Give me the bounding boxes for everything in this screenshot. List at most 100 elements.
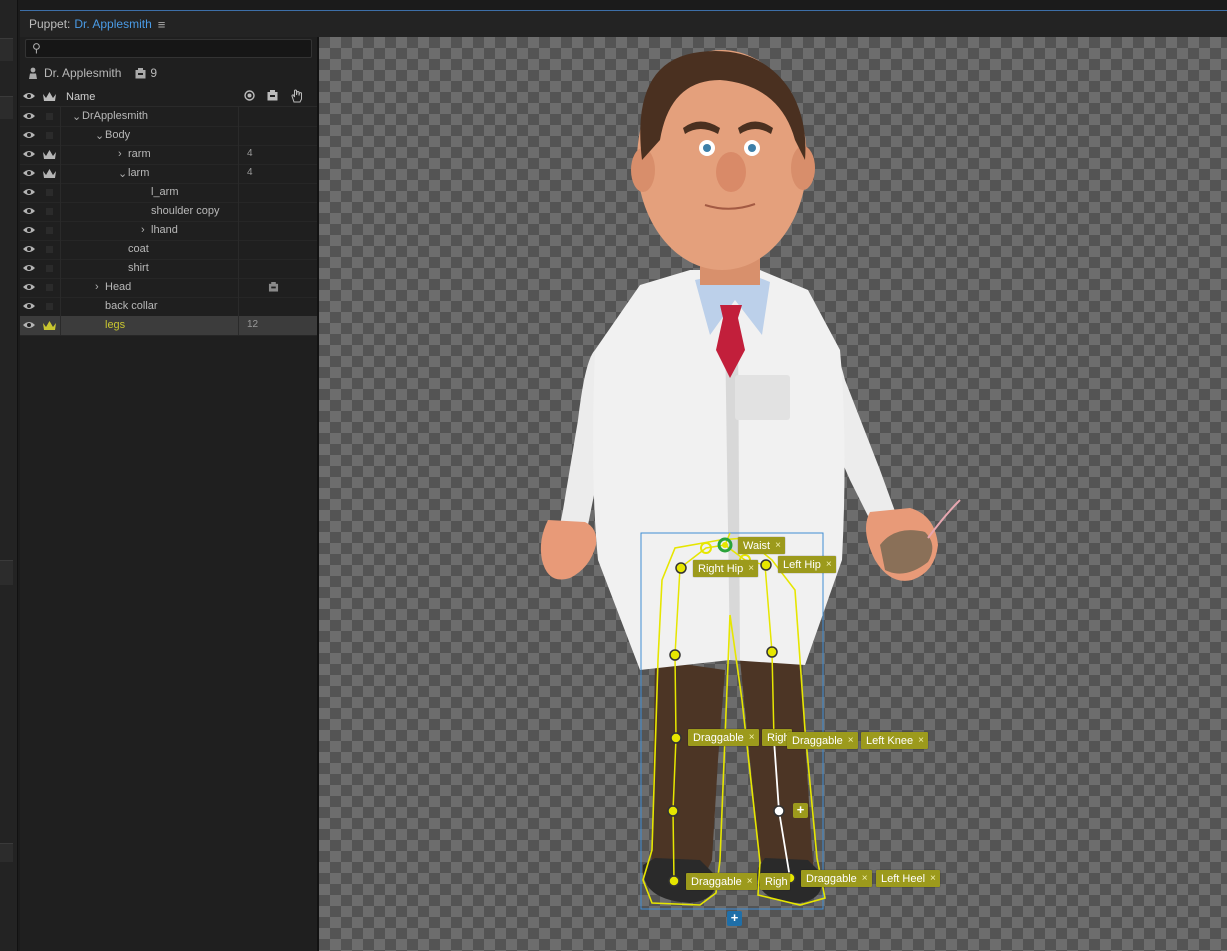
column-divider <box>238 278 239 297</box>
layer-row[interactable]: legs 12 <box>20 316 317 336</box>
layer-row[interactable]: coat <box>20 240 317 260</box>
independent-toggle[interactable] <box>46 113 53 120</box>
chevron-down-icon[interactable]: ⌄ <box>118 167 127 180</box>
handle-right-hip[interactable] <box>675 562 687 574</box>
close-icon[interactable]: × <box>747 876 753 887</box>
independent-toggle[interactable] <box>46 132 53 139</box>
crown-icon[interactable] <box>43 320 56 331</box>
visibility-eye-icon[interactable] <box>23 130 35 140</box>
visibility-eye-icon[interactable] <box>23 225 35 235</box>
close-icon[interactable]: × <box>826 559 832 570</box>
add-handle-button[interactable]: + <box>793 803 808 818</box>
tag-left-knee[interactable]: Left Knee × <box>861 732 928 749</box>
column-divider <box>60 164 61 183</box>
visibility-eye-icon[interactable] <box>23 206 35 216</box>
dock-tab[interactable] <box>0 843 13 862</box>
tag-draggable-left-knee[interactable]: Draggable × <box>787 732 858 749</box>
independent-toggle[interactable] <box>46 208 53 215</box>
handle-right-thigh[interactable] <box>669 649 681 661</box>
handle-right-heel[interactable] <box>668 875 680 887</box>
puppet-name-link[interactable]: Dr. Applesmith <box>74 17 151 31</box>
layer-row[interactable]: l_arm <box>20 183 317 203</box>
column-divider <box>238 107 239 126</box>
scene-canvas[interactable]: Waist × Right Hip × Left Hip × Draggable × R… <box>319 37 1227 951</box>
tag-left-hip[interactable]: Left Hip × <box>778 556 836 573</box>
independent-toggle[interactable] <box>46 227 53 234</box>
tag-draggable-right-heel[interactable]: Draggable × <box>686 873 757 890</box>
visibility-eye-icon[interactable] <box>23 187 35 197</box>
layer-row[interactable]: › lhand <box>20 221 317 241</box>
handle-right-knee[interactable] <box>670 732 682 744</box>
layer-row[interactable]: shirt <box>20 259 317 279</box>
dock-tab[interactable] <box>0 560 13 585</box>
dock-tab[interactable] <box>0 96 13 119</box>
independent-toggle[interactable] <box>46 265 53 272</box>
visibility-eye-icon[interactable] <box>23 301 35 311</box>
add-bounds-handle-button[interactable]: + <box>727 911 742 926</box>
layer-row[interactable]: ⌄ larm 4 <box>20 164 317 184</box>
crown-icon[interactable] <box>43 91 56 102</box>
chevron-right-icon[interactable]: › <box>118 148 122 160</box>
tag-partial-right-heel[interactable]: Righ <box>760 873 790 890</box>
rig-overlay <box>640 532 826 910</box>
visibility-eye-icon[interactable] <box>23 111 35 121</box>
record-icon[interactable] <box>244 90 255 101</box>
handle-waist-core[interactable] <box>722 542 728 548</box>
tag-draggable-left-heel[interactable]: Draggable × <box>801 870 872 887</box>
tag-draggable-label: Draggable <box>806 872 857 885</box>
layer-label: legs <box>105 319 126 331</box>
independent-toggle[interactable] <box>46 246 53 253</box>
column-divider <box>60 259 61 278</box>
crown-icon[interactable] <box>43 149 56 160</box>
layer-row[interactable]: › Head <box>20 278 317 298</box>
close-icon[interactable]: × <box>749 732 755 743</box>
visibility-eye-icon[interactable] <box>23 320 35 330</box>
column-divider <box>238 240 239 259</box>
independent-toggle[interactable] <box>46 284 53 291</box>
layer-row[interactable]: › rarm 4 <box>20 145 317 165</box>
visibility-eye-icon[interactable] <box>23 168 35 178</box>
layer-row[interactable]: ⌄ Body <box>20 126 317 146</box>
visibility-eye-icon[interactable] <box>23 282 35 292</box>
column-divider <box>60 316 61 335</box>
handle-left-shin-selected[interactable] <box>773 805 785 817</box>
column-divider <box>60 202 61 221</box>
tag-column-icon[interactable] <box>267 90 278 101</box>
column-divider <box>238 164 239 183</box>
independent-toggle[interactable] <box>46 303 53 310</box>
close-icon[interactable]: × <box>930 873 936 884</box>
independent-toggle[interactable] <box>46 189 53 196</box>
tag-right-hip[interactable]: Right Hip × <box>693 560 759 577</box>
close-icon[interactable]: × <box>848 735 854 746</box>
dock-tab[interactable] <box>0 38 13 61</box>
handle-right-shin[interactable] <box>667 805 679 817</box>
hand-icon[interactable] <box>291 89 303 103</box>
crown-icon[interactable] <box>43 168 56 179</box>
column-name[interactable]: Name <box>66 91 95 103</box>
tag-left-heel[interactable]: Left Heel × <box>876 870 940 887</box>
handle-count: 12 <box>247 319 259 330</box>
left-dock-strip <box>0 0 18 951</box>
visibility-eye-icon[interactable] <box>23 244 35 254</box>
eye-icon[interactable] <box>23 91 35 101</box>
chevron-right-icon[interactable]: › <box>141 224 145 236</box>
handle-left-hip[interactable] <box>760 559 772 571</box>
layer-row[interactable]: ⌄ DrApplesmith <box>20 107 317 127</box>
search-input[interactable]: ⚲ <box>25 39 312 58</box>
close-icon[interactable]: × <box>748 563 754 574</box>
chevron-down-icon[interactable]: ⌄ <box>95 129 104 142</box>
chevron-down-icon[interactable]: ⌄ <box>72 110 81 123</box>
tag-draggable-right-knee[interactable]: Draggable × <box>688 729 759 746</box>
handle-left-thigh[interactable] <box>766 646 778 658</box>
close-icon[interactable]: × <box>862 873 868 884</box>
handle-points[interactable] <box>667 537 796 887</box>
layer-row[interactable]: shoulder copy <box>20 202 317 222</box>
chevron-right-icon[interactable]: › <box>95 281 99 293</box>
close-icon[interactable]: × <box>775 540 781 551</box>
layer-row[interactable]: back collar <box>20 297 317 317</box>
visibility-eye-icon[interactable] <box>23 263 35 273</box>
hamburger-icon[interactable]: ≡ <box>158 17 166 32</box>
tag-waist[interactable]: Waist × <box>738 537 785 554</box>
visibility-eye-icon[interactable] <box>23 149 35 159</box>
close-icon[interactable]: × <box>918 735 924 746</box>
